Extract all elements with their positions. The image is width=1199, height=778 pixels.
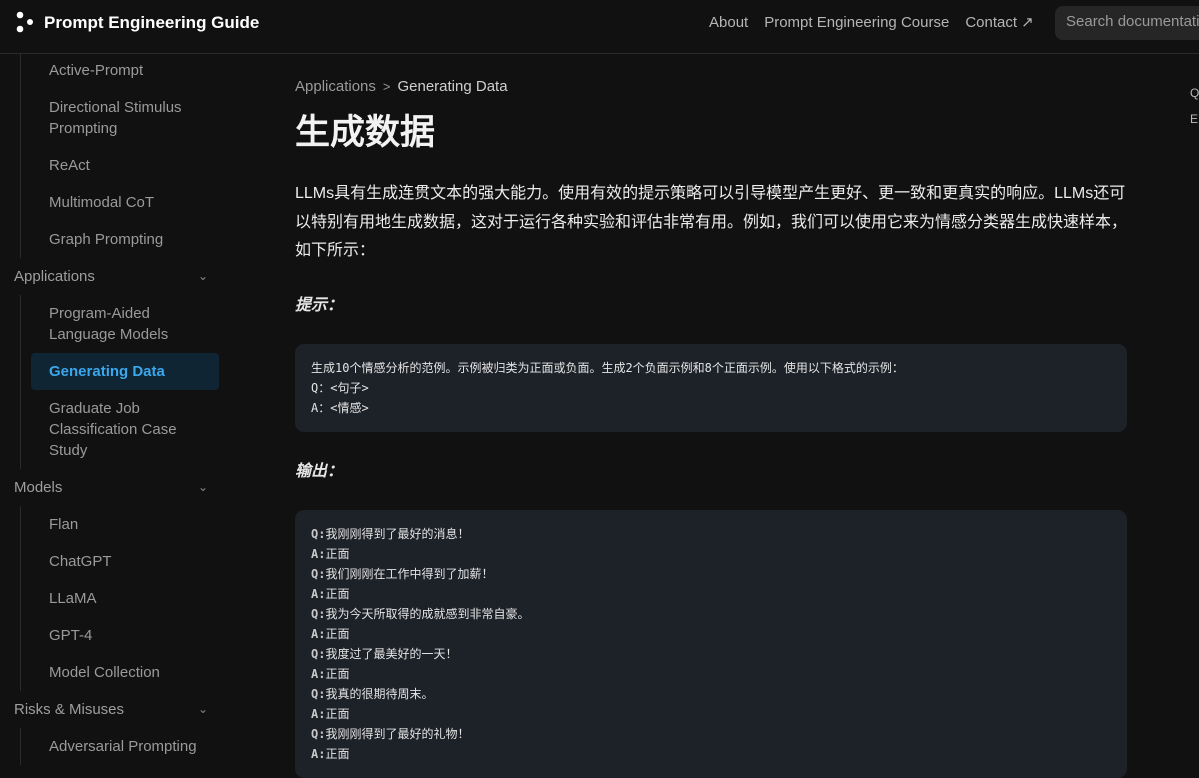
line-value: 我为今天所取得的成就感到非常自豪。 [325, 606, 530, 621]
code-line: Q:我为今天所取得的成就感到非常自豪。 [311, 604, 1111, 624]
line-value: 正面 [325, 706, 350, 721]
line-value: 我真的很期待周末。 [325, 686, 434, 701]
line-value: 我们刚刚在工作中得到了加薪！ [325, 566, 494, 581]
code-line: A:正面 [311, 624, 1111, 644]
line-key: A: [311, 586, 326, 601]
line-key: Q: [311, 566, 326, 581]
line-value: 正面 [325, 586, 350, 601]
sidebar-item[interactable]: Graduate Job Classification Case Study [31, 390, 219, 469]
top-nav: Prompt Engineering Guide About Prompt En… [0, 0, 1199, 54]
line-key: A: [311, 546, 326, 561]
line-key: A: [311, 626, 326, 641]
code-line: A:正面 [311, 544, 1111, 564]
sidebar-group[interactable]: Applications ⌄ [0, 258, 230, 295]
sidebar-group-label: Risks & Misuses [14, 701, 125, 718]
breadcrumb-current: Generating Data [397, 78, 508, 95]
sidebar-item[interactable]: Directional Stimulus Prompting [31, 89, 219, 147]
code-line: 生成10个情感分析的范例。示例被归类为正面或负面。生成2个负面示例和8个正面示例… [311, 360, 904, 375]
prompt-code-block[interactable]: 生成10个情感分析的范例。示例被归类为正面或负面。生成2个负面示例和8个正面示例… [295, 343, 1127, 432]
chevron-down-icon: ⌄ [197, 480, 208, 494]
sidebar-item[interactable]: Graph Prompting [31, 221, 219, 258]
sidebar-group-children: Active-Prompt Directional Stimulus Prompt… [20, 54, 230, 258]
code-line: A:正面 [311, 744, 1111, 764]
toc-item[interactable]: E [1190, 106, 1199, 132]
sidebar-item[interactable]: Adversarial Prompting [31, 728, 219, 765]
sidebar-item[interactable]: Flan [31, 506, 219, 543]
code-line: A:正面 [311, 584, 1111, 604]
sidebar-item[interactable]: ChatGPT [31, 543, 219, 580]
line-value: 正面 [325, 546, 350, 561]
main-content: Applications > Generating Data 生成数据 LLMs具有… [295, 54, 1127, 778]
sidebar-group-label: Applications [14, 268, 95, 285]
sidebar-item[interactable]: Active-Prompt [31, 54, 219, 89]
line-key: Q: [311, 526, 326, 541]
sidebar-group-children: Program-Aided Language Models Generating … [20, 295, 230, 469]
line-key: A: [311, 666, 326, 681]
line-key: A: [311, 706, 326, 721]
line-key: Q: [311, 726, 326, 741]
sidebar-group-label: Models [14, 479, 63, 496]
sidebar-group[interactable]: Models ⌄ [0, 469, 230, 506]
sidebar: Active-Prompt Directional Stimulus Prompt… [0, 54, 230, 767]
sidebar-item[interactable]: LLaMA [31, 580, 219, 617]
line-key: Q: [311, 646, 326, 661]
intro-paragraph: LLMs具有生成连贯文本的强大能力。使用有效的提示策略可以引导模型产生更好、更一… [295, 185, 1128, 259]
sidebar-item[interactable]: Multimodal CoT [31, 184, 219, 221]
prompt-label: 提示： [295, 296, 344, 314]
nav-contact[interactable]: Contact ↗ [965, 14, 1033, 32]
sidebar-group-children: Flan ChatGPT LLaMA GPT-4 Model Collection [20, 506, 230, 691]
line-value: 正面 [325, 626, 350, 641]
logo-link[interactable]: Prompt Engineering Guide [14, 10, 259, 36]
chevron-down-icon: ⌄ [197, 269, 208, 283]
code-line: A:正面 [311, 664, 1111, 684]
output-label: 输出： [295, 462, 344, 480]
code-line: Q:我刚刚得到了最好的消息！ [311, 524, 1111, 544]
sidebar-group[interactable]: Risks & Misuses ⌄ [0, 691, 230, 728]
line-value: 我刚刚得到了最好的礼物！ [325, 726, 470, 741]
line-value: 我刚刚得到了最好的消息！ [325, 526, 470, 541]
nav-course[interactable]: Prompt Engineering Course [764, 14, 949, 32]
page-title: 生成数据 [295, 113, 436, 152]
site-title: Prompt Engineering Guide [44, 13, 260, 32]
sidebar-item[interactable]: GPT-4 [31, 617, 219, 654]
line-key: Q: [311, 686, 326, 701]
code-line: Q：<句子> [311, 380, 369, 395]
code-line: Q:我真的很期待周末。 [311, 684, 1111, 704]
line-value: 正面 [325, 666, 350, 681]
line-value: 正面 [325, 746, 350, 761]
table-of-contents: Q E [1190, 80, 1199, 132]
line-key: Q: [311, 606, 326, 621]
toc-item[interactable]: Q [1190, 80, 1199, 106]
code-line: A:正面 [311, 704, 1111, 724]
search-input[interactable]: Search documentation [1055, 6, 1199, 40]
breadcrumb: Applications > Generating Data [295, 77, 1127, 97]
chevron-right-icon: > [382, 79, 391, 94]
sidebar-group-children: Adversarial Prompting [20, 728, 230, 765]
logo-icon [16, 11, 33, 33]
chevron-down-icon: ⌄ [197, 702, 208, 716]
breadcrumb-parent[interactable]: Applications [295, 78, 376, 95]
sidebar-item[interactable]: Program-Aided Language Models [31, 295, 219, 353]
line-key: A: [311, 746, 326, 761]
code-line: Q:我刚刚得到了最好的礼物！ [311, 724, 1111, 744]
output-code-block[interactable]: Q:我刚刚得到了最好的消息！ A:正面 Q:我们刚刚在工作中得到了加薪！ A:正面 Q:… [295, 509, 1127, 778]
code-line: Q:我度过了最美好的一天！ [311, 644, 1111, 664]
line-value: 我度过了最美好的一天！ [325, 646, 458, 661]
nav-about[interactable]: About [709, 14, 748, 32]
sidebar-item[interactable]: Generating Data [31, 353, 219, 390]
sidebar-item[interactable]: ReAct [31, 147, 219, 184]
code-line: A：<情感> [311, 400, 369, 415]
code-line: Q:我们刚刚在工作中得到了加薪！ [311, 564, 1111, 584]
sidebar-item[interactable]: Model Collection [31, 654, 219, 691]
